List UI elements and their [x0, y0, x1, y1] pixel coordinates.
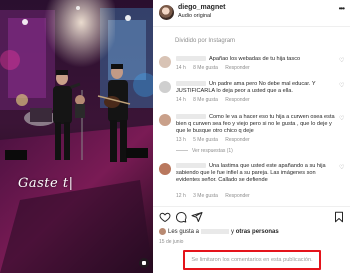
- comment-likes[interactable]: 3 Me gusta: [193, 193, 218, 199]
- post-date: 15 de junio: [159, 239, 184, 245]
- comment-text: Un padre ama pero No debe mal educar. Y …: [176, 81, 316, 95]
- heart-icon[interactable]: ♡: [339, 165, 345, 171]
- comment-text: Como le va a hacer eso tu hija a curwen …: [176, 114, 335, 135]
- redacted-username: [176, 114, 206, 120]
- reply-link[interactable]: Responder: [225, 137, 249, 143]
- comment-text: Una lastima que usted este apañando a su…: [176, 163, 326, 184]
- redacted-username: [176, 163, 206, 169]
- comments-list: Dividido por Instagram Apañao los webada…: [153, 30, 350, 203]
- heart-icon[interactable]: ♡: [339, 83, 345, 89]
- likes-summary[interactable]: Les gusta ay otras personas: [159, 228, 279, 235]
- commenter-avatar[interactable]: [159, 114, 171, 126]
- video-player[interactable]: Gaste t|: [0, 0, 153, 273]
- post-detail-panel: diego_magnet Audio original ••• Dividido…: [153, 0, 350, 273]
- commenter-avatar[interactable]: [159, 56, 171, 68]
- stage-video-frame: [0, 0, 153, 273]
- heart-icon[interactable]: [159, 211, 171, 223]
- redacted-username: [176, 56, 206, 62]
- author-username[interactable]: diego_magnet: [178, 4, 225, 11]
- comment-time: 13 h: [176, 137, 186, 143]
- redacted-username: [176, 81, 206, 87]
- comment-meta: 14 h 8 Me gusta Responder: [176, 65, 256, 71]
- author-avatar[interactable]: [159, 5, 174, 20]
- post-header: diego_magnet Audio original •••: [153, 0, 350, 26]
- view-replies-button[interactable]: Ver respuestas (1): [176, 148, 233, 154]
- video-caption-overlay: Gaste t|: [18, 176, 74, 191]
- share-icon[interactable]: [191, 211, 203, 223]
- reply-link[interactable]: Responder: [225, 65, 249, 71]
- more-horizontal-icon[interactable]: •••: [339, 4, 345, 13]
- comment-text: Apañao los webadas de tu hija tasco: [176, 56, 336, 63]
- bookmark-icon[interactable]: [333, 211, 345, 223]
- comment-time: 12 h: [176, 193, 186, 199]
- comment-icon[interactable]: [175, 211, 187, 223]
- comment-time: 14 h: [176, 65, 186, 71]
- heart-icon[interactable]: ♡: [339, 58, 345, 64]
- comment-likes[interactable]: 8 Me gusta: [193, 97, 218, 103]
- comment-likes[interactable]: 5 Me gusta: [193, 137, 218, 143]
- action-bar: [153, 211, 350, 225]
- comment-likes[interactable]: 8 Me gusta: [193, 65, 218, 71]
- liker-avatar: [159, 228, 166, 235]
- reply-link[interactable]: Responder: [225, 97, 249, 103]
- commenter-avatar[interactable]: [159, 163, 171, 175]
- divider: [153, 26, 350, 27]
- edited-label: Dividido por Instagram: [175, 38, 236, 44]
- heart-icon[interactable]: ♡: [339, 116, 345, 122]
- comment-meta: 13 h 5 Me gusta Responder: [176, 137, 256, 143]
- comments-disabled-notice: Se limitaron los comentarios en esta pub…: [183, 250, 321, 270]
- redacted-username: [201, 229, 230, 234]
- comment-meta: 12 h 3 Me gusta Responder: [176, 193, 256, 199]
- commenter-avatar[interactable]: [159, 81, 171, 93]
- audio-label[interactable]: Audio original: [178, 13, 211, 19]
- divider: [153, 206, 350, 207]
- reply-link[interactable]: Responder: [225, 193, 249, 199]
- replies-dash: [176, 150, 188, 152]
- speaker-muted-icon[interactable]: [139, 258, 149, 268]
- comment-time: 14 h: [176, 97, 186, 103]
- comment-meta: 14 h 8 Me gusta Responder: [176, 97, 256, 103]
